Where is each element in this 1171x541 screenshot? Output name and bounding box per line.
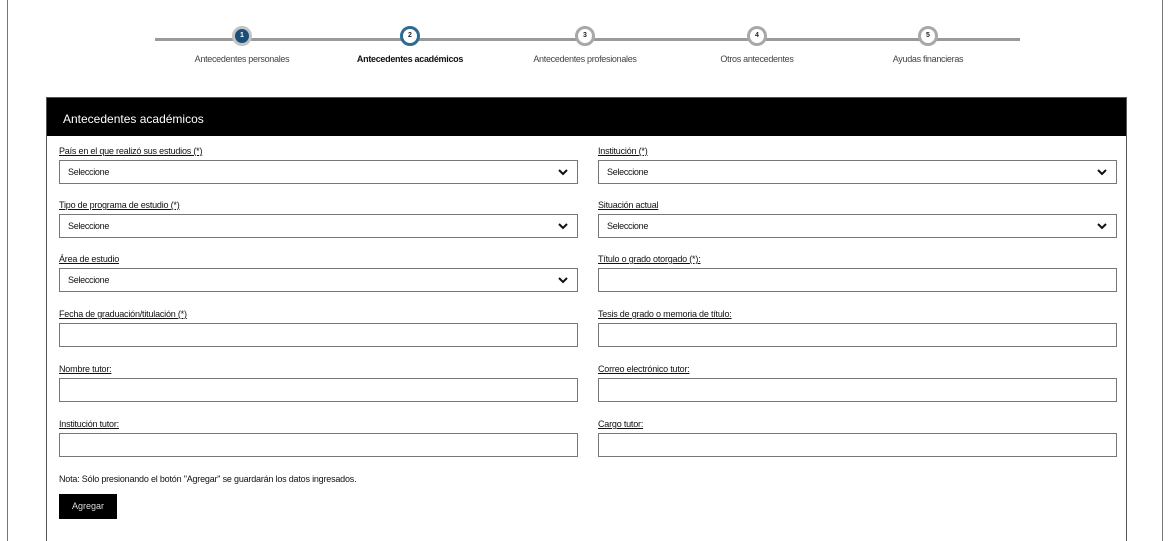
situacion-select[interactable]: Seleccione [598, 214, 1117, 238]
step-5[interactable]: 5 Ayudas financieras [853, 26, 1003, 64]
institucion-select[interactable]: Seleccione [598, 160, 1117, 184]
step-5-label: Ayudas financieras [892, 54, 964, 64]
area-field: Área de estudio Seleccione [59, 253, 578, 292]
nombre-tutor-field: Nombre tutor: [59, 363, 578, 402]
institucion-tutor-field: Institución tutor: [59, 418, 578, 457]
correo-tutor-input[interactable] [598, 378, 1117, 402]
cargo-tutor-field: Cargo tutor: [598, 418, 1117, 457]
pais-field: País en el que realizó sus estudios (*) … [59, 145, 578, 184]
situacion-field: Situación actual Seleccione [598, 199, 1117, 238]
situacion-select-value: Seleccione [607, 221, 649, 231]
tesis-label: Tesis de grado o memoria de título: [598, 309, 732, 319]
nombre-tutor-input[interactable] [59, 378, 578, 402]
fecha-input[interactable] [59, 323, 578, 347]
cargo-tutor-input[interactable] [598, 433, 1117, 457]
correo-tutor-label: Correo electrónico tutor: [598, 364, 690, 374]
tipo-programa-field: Tipo de programa de estudio (*) Seleccio… [59, 199, 578, 238]
fecha-label: Fecha de graduación/titulación (*) [59, 309, 187, 319]
institucion-label: Institución (*) [598, 146, 648, 156]
pais-select[interactable]: Seleccione [59, 160, 578, 184]
chevron-down-icon [1097, 169, 1107, 176]
step-2[interactable]: 2 Antecedentes académicos [335, 26, 485, 64]
step-2-circle: 2 [400, 26, 420, 46]
tipo-programa-select[interactable]: Seleccione [59, 214, 578, 238]
academic-form-panel: Antecedentes académicos País en el que r… [46, 97, 1127, 541]
add-button[interactable]: Agregar [59, 494, 117, 519]
panel-title: Antecedentes académicos [47, 98, 1126, 136]
page-border-right [1162, 0, 1163, 541]
progress-stepper: 1 Antecedentes personales 2 Antecedentes… [150, 18, 1030, 78]
titulo-label: Título o grado otorgado (*): [598, 254, 701, 264]
step-3-circle: 3 [575, 26, 595, 46]
area-select-value: Seleccione [68, 275, 110, 285]
chevron-down-icon [1097, 223, 1107, 230]
save-note: Nota: Sólo presionando el botón "Agregar… [59, 474, 357, 484]
chevron-down-icon [558, 277, 568, 284]
step-3-label: Antecedentes profesionales [533, 54, 637, 64]
titulo-input[interactable] [598, 268, 1117, 292]
step-2-label: Antecedentes académicos [356, 54, 464, 64]
correo-tutor-field: Correo electrónico tutor: [598, 363, 1117, 402]
institucion-field: Institución (*) Seleccione [598, 145, 1117, 184]
tesis-field: Tesis de grado o memoria de título: [598, 308, 1117, 347]
tipo-programa-label: Tipo de programa de estudio (*) [59, 200, 180, 210]
institucion-tutor-input[interactable] [59, 433, 578, 457]
chevron-down-icon [558, 223, 568, 230]
step-4-circle: 4 [747, 26, 767, 46]
step-4[interactable]: 4 Otros antecedentes [682, 26, 832, 64]
pais-label: País en el que realizó sus estudios (*) [59, 146, 203, 156]
tipo-programa-select-value: Seleccione [68, 221, 110, 231]
step-1-label: Antecedentes personales [194, 54, 290, 64]
institucion-select-value: Seleccione [607, 167, 649, 177]
institucion-tutor-label: Institución tutor: [59, 419, 119, 429]
titulo-field: Título o grado otorgado (*): [598, 253, 1117, 292]
situacion-label: Situación actual [598, 200, 659, 210]
area-select[interactable]: Seleccione [59, 268, 578, 292]
step-1[interactable]: 1 Antecedentes personales [167, 26, 317, 64]
cargo-tutor-label: Cargo tutor: [598, 419, 644, 429]
step-5-circle: 5 [918, 26, 938, 46]
chevron-down-icon [558, 169, 568, 176]
step-1-circle: 1 [232, 26, 252, 46]
tesis-input[interactable] [598, 323, 1117, 347]
page-border-left [7, 0, 8, 541]
area-label: Área de estudio [59, 254, 120, 264]
nombre-tutor-label: Nombre tutor: [59, 364, 112, 374]
pais-select-value: Seleccione [68, 167, 110, 177]
fecha-field: Fecha de graduación/titulación (*) [59, 308, 578, 347]
step-3[interactable]: 3 Antecedentes profesionales [510, 26, 660, 64]
step-4-label: Otros antecedentes [720, 54, 794, 64]
